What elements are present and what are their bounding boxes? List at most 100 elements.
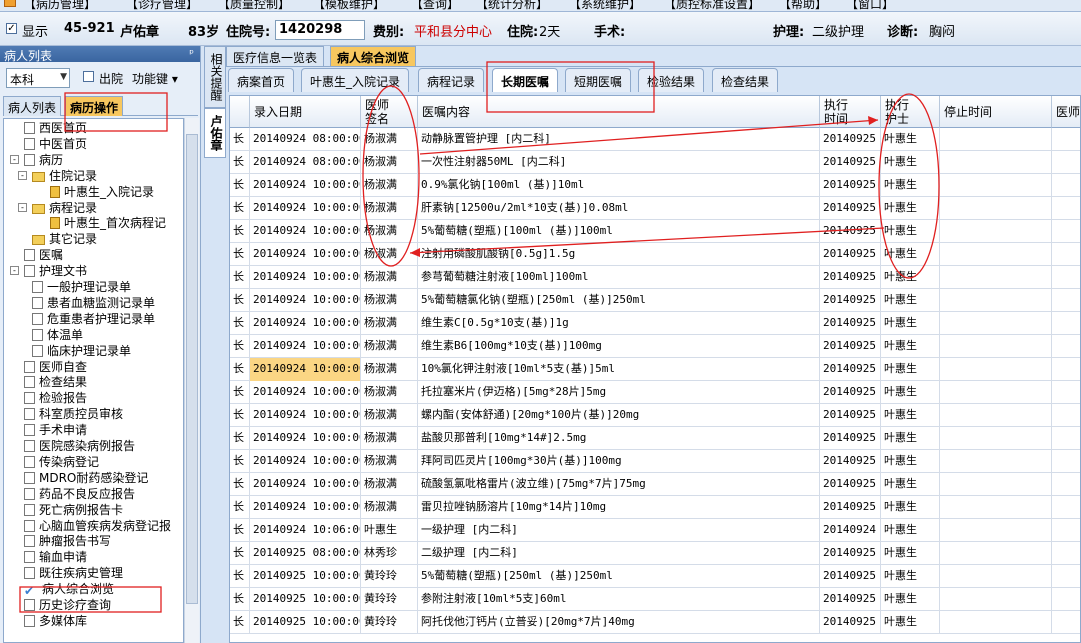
column-header[interactable]: 医嘱内容	[418, 96, 820, 128]
tree-item[interactable]: 医师自查	[24, 359, 87, 375]
menu-item-0[interactable]: 【病历管理】	[24, 0, 96, 11]
subtab-short-term-orders[interactable]: 短期医嘱	[565, 68, 632, 92]
tree-item[interactable]: 手术申请	[24, 422, 87, 438]
table-row[interactable]: 长 20140924 10:00:00 杨淑满 托拉塞米片(伊迈格)[5mg*28片]…	[230, 381, 1080, 404]
tree-item[interactable]: 中医首页	[24, 136, 87, 152]
tree-item[interactable]: 药品不良反应报告	[24, 486, 135, 502]
hospital-no-field[interactable]: 1420298	[275, 20, 365, 40]
menu-item-2[interactable]: 【质量控制】	[218, 0, 290, 11]
pin-icon[interactable]: ᵖ	[189, 47, 194, 60]
column-header[interactable]: 录入日期	[250, 96, 361, 128]
table-row[interactable]: 长 20140924 10:00:00 杨淑满 盐酸贝那普利[10mg*14#]2.5…	[230, 427, 1080, 450]
tree-item[interactable]: MDRO耐药感染登记	[24, 470, 148, 486]
tab-record-operation[interactable]: 病历操作	[65, 96, 124, 116]
tree-item[interactable]: 医院感染病例报告	[24, 438, 135, 454]
table-row[interactable]: 长 20140925 10:00:00 黄玲玲 参附注射液[10ml*5支]60ml 2…	[230, 588, 1080, 611]
tree-item[interactable]: 多媒体库	[24, 613, 87, 629]
tree-item[interactable]: - 住院记录	[18, 168, 97, 184]
department-select[interactable]: 本科 ▼	[6, 68, 70, 88]
table-cell: 阿托伐他汀钙片(立普妥)[20mg*7片]40mg	[418, 611, 820, 634]
left-tabs: 病人列表 病历操作	[3, 96, 198, 116]
tree-item[interactable]: - 病程记录	[18, 200, 97, 216]
tree-item[interactable]: 临床护理记录单	[32, 343, 131, 359]
menu-item-6[interactable]: 【系统维护】	[569, 0, 641, 11]
menu-item-3[interactable]: 【模板维护】	[313, 0, 385, 11]
tree-item[interactable]: - 护理文书	[10, 263, 87, 279]
subtab-exam-results[interactable]: 检查结果	[712, 68, 779, 92]
table-row[interactable]: 长 20140924 10:00:00 杨淑满 注射用磷酸肌酸钠[0.5g]1.5g 2…	[230, 243, 1080, 266]
column-header[interactable]: 执行 护士	[881, 96, 940, 128]
tree-item[interactable]: ✔ 病人综合浏览	[24, 581, 114, 598]
tree-item[interactable]: 输血申请	[24, 549, 87, 565]
tree-item[interactable]: 体温单	[32, 327, 83, 343]
subtab-progress-record[interactable]: 病程记录	[418, 68, 485, 92]
column-header[interactable]: 医师签名	[1052, 96, 1080, 128]
tree-item[interactable]: 患者血糖监测记录单	[32, 295, 155, 311]
table-row[interactable]: 长 20140924 10:00:00 杨淑满 0.9%氯化钠[100ml (基)]1…	[230, 174, 1080, 197]
column-header[interactable]: 医师 签名	[361, 96, 418, 128]
table-row[interactable]: 长 20140924 10:00:00 杨淑满 雷贝拉唑钠肠溶片[10mg*14片]1…	[230, 496, 1080, 519]
collapse-icon[interactable]: -	[10, 266, 19, 276]
menu-item-1[interactable]: 【诊疗管理】	[126, 0, 198, 11]
table-row[interactable]: 长 20140924 10:06:00 叶惠生 一级护理 [内二科] 20140924 叶…	[230, 519, 1080, 542]
tree-item[interactable]: 一般护理记录单	[32, 279, 131, 295]
tree-scrollbar[interactable]	[184, 118, 199, 643]
tab-related-reminder[interactable]: 相关提醒	[204, 46, 226, 108]
table-row[interactable]: 长 20140924 10:00:00 杨淑满 5%葡萄糖氯化钠(塑瓶)[250ml …	[230, 289, 1080, 312]
table-row[interactable]: 长 20140924 10:00:00 杨淑满 维生素C[0.5g*10支(基)]1g…	[230, 312, 1080, 335]
column-header[interactable]: 执行 时间	[820, 96, 881, 128]
tree-item[interactable]: 历史诊疗查询	[24, 597, 111, 613]
function-key-button[interactable]: 功能键 ▾	[132, 70, 178, 87]
table-row[interactable]: 长 20140925 10:00:00 黄玲玲 5%葡萄糖(塑瓶)[250ml (基)…	[230, 565, 1080, 588]
tree-item[interactable]: 危重患者护理记录单	[32, 311, 155, 327]
tree-item[interactable]: - 病历	[10, 152, 63, 168]
subtab-admission-record[interactable]: 叶惠生_入院记录	[301, 68, 410, 92]
scrollbar-thumb[interactable]	[186, 134, 198, 604]
tree-item[interactable]: 心脑血管疾病发病登记报	[24, 518, 171, 534]
menu-item-8[interactable]: 【帮助】	[779, 0, 827, 11]
table-row[interactable]: 长 20140924 10:00:00 杨淑满 参芎葡萄糖注射液[100ml]100m…	[230, 266, 1080, 289]
tree-item[interactable]: 医嘱	[24, 247, 63, 263]
show-checkbox[interactable]: ✓	[6, 23, 17, 34]
tree-item[interactable]: 西医首页	[24, 120, 87, 136]
collapse-icon[interactable]: -	[18, 202, 27, 212]
table-row[interactable]: 长 20140925 10:00:00 黄玲玲 阿托伐他汀钙片(立普妥)[20mg*7…	[230, 611, 1080, 634]
tree-item[interactable]: 其它记录	[32, 231, 97, 247]
table-row[interactable]: 长 20140924 10:00:00 杨淑满 5%葡萄糖(塑瓶)[100ml (基)…	[230, 220, 1080, 243]
table-row[interactable]: 长 20140924 10:00:00 杨淑满 维生素B6[100mg*10支(基)]…	[230, 335, 1080, 358]
tree-item[interactable]: 死亡病例报告卡	[24, 502, 123, 518]
menu-item-9[interactable]: 【窗口】	[846, 0, 894, 11]
menu-item-4[interactable]: 【查询】	[411, 0, 459, 11]
tree-item[interactable]: 叶惠生_入院记录	[50, 184, 154, 200]
table-row[interactable]: 长 20140924 10:00:00 杨淑满 拜阿司匹灵片[100mg*30片(基)…	[230, 450, 1080, 473]
tree-item[interactable]: 检验报告	[24, 390, 87, 406]
tree-item[interactable]: 叶惠生_首次病程记	[50, 215, 166, 231]
menu-item-5[interactable]: 【统计分析】	[476, 0, 548, 11]
table-row[interactable]: 长 20140924 10:00:00 杨淑满 10%氯化钾注射液[10ml*5支(基…	[230, 358, 1080, 381]
collapse-icon[interactable]: -	[18, 170, 27, 180]
subtab-lab-results[interactable]: 检验结果	[638, 68, 705, 92]
tab-patient-list[interactable]: 病人列表	[3, 96, 62, 116]
column-header[interactable]: 停止时间	[940, 96, 1052, 128]
tab-patient-overview[interactable]: 病人综合浏览	[330, 46, 417, 66]
table-row[interactable]: 长 20140924 08:00:00 杨淑满 动静脉置管护理 [内二科] 201409…	[230, 128, 1080, 151]
table-row[interactable]: 长 20140924 08:00:00 杨淑满 一次性注射器50ML [内二科] 201…	[230, 151, 1080, 174]
tab-patient[interactable]: 卢佑章	[204, 108, 226, 158]
subtab-long-term-orders[interactable]: 长期医嘱	[492, 68, 559, 92]
table-row[interactable]: 长 20140924 10:00:00 杨淑满 螺内酯(安体舒通)[20mg*100片…	[230, 404, 1080, 427]
table-row[interactable]: 长 20140924 10:00:00 杨淑满 肝素钠[12500u/2ml*10支(…	[230, 197, 1080, 220]
table-row[interactable]: 长 20140925 08:00:00 林秀珍 二级护理 [内二科] 20140925 叶…	[230, 542, 1080, 565]
table-row[interactable]: 长 20140924 10:00:00 杨淑满 硫酸氢氯吡格雷片(波立维)[75mg*…	[230, 473, 1080, 496]
tree-item[interactable]: 科室质控员审核	[24, 406, 123, 422]
column-header[interactable]	[230, 96, 250, 128]
subtab-case-front-page[interactable]: 病案首页	[228, 68, 295, 92]
tab-medical-info-overview[interactable]: 医疗信息一览表	[226, 46, 325, 66]
discharge-checkbox[interactable]	[83, 71, 94, 82]
tree-item[interactable]: 肿瘤报告书写	[24, 533, 111, 549]
tree-item[interactable]: 既往疾病史管理	[24, 565, 123, 581]
tree-item[interactable]: 传染病登记	[24, 454, 99, 470]
tree-item[interactable]: 检查结果	[24, 374, 87, 390]
table-cell: 杨淑满	[361, 289, 418, 312]
menu-item-7[interactable]: 【质控标准设置】	[664, 0, 760, 11]
collapse-icon[interactable]: -	[10, 154, 19, 164]
